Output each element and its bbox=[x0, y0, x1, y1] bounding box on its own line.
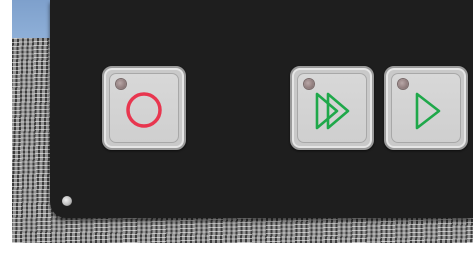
fast-forward-button[interactable] bbox=[290, 66, 374, 150]
play-button[interactable] bbox=[384, 66, 468, 150]
play-icon bbox=[415, 92, 441, 130]
play-button-face bbox=[391, 73, 461, 143]
record-button-face bbox=[109, 73, 179, 143]
control-panel-scene bbox=[0, 0, 473, 253]
fast-forward-icon bbox=[315, 92, 350, 130]
left-margin bbox=[0, 0, 12, 253]
fast-forward-button-face bbox=[297, 73, 367, 143]
record-circle-icon bbox=[126, 92, 162, 128]
record-button[interactable] bbox=[102, 66, 186, 150]
bottom-margin bbox=[0, 243, 473, 253]
panel-screw bbox=[62, 196, 72, 206]
